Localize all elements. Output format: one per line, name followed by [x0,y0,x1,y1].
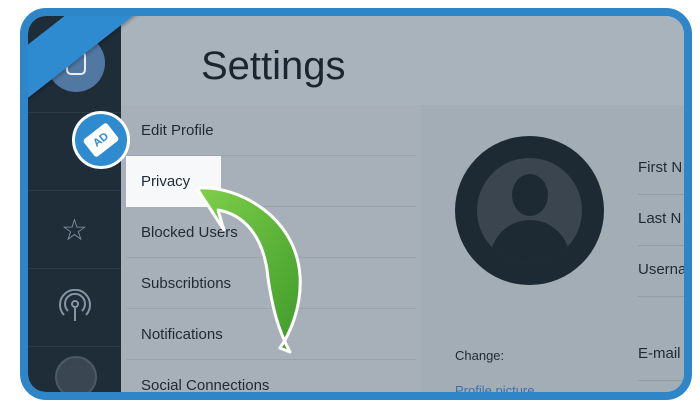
green-arrow-icon [196,186,302,354]
settings-app: ☆ Settings Edit Profile Privacy Blocked … [28,16,684,392]
ad-badge-text: AD [82,122,120,158]
screenshot-frame: ☆ Settings Edit Profile Privacy Blocked … [20,8,692,400]
